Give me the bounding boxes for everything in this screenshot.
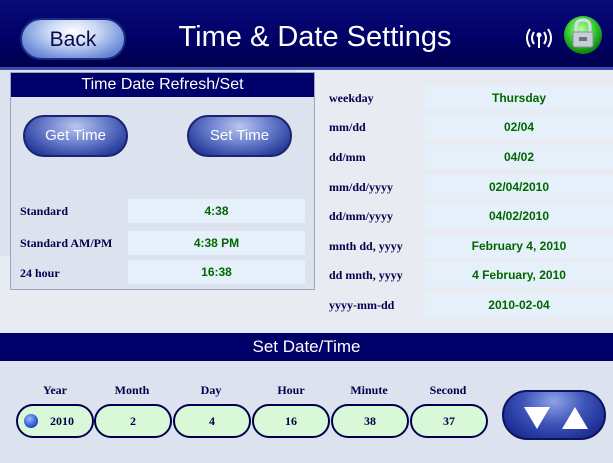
time-row-label-standard: Standard <box>20 204 69 218</box>
field-label-minute: Minute <box>350 383 388 397</box>
date-row-label: mm/dd/yyyy <box>329 180 394 194</box>
date-row-label: mnth dd, yyyy <box>329 239 403 253</box>
hour-field[interactable]: 16 <box>252 404 330 438</box>
time-row-value-24hour: 16:38 <box>128 260 305 284</box>
screen: Back Time & Date Settings Time Date Refr… <box>0 0 613 463</box>
minute-field[interactable]: 38 <box>331 404 409 438</box>
year-value: 2010 <box>50 414 74 428</box>
wifi-icon <box>526 28 552 48</box>
date-row-value: Thursday <box>425 86 613 110</box>
time-panel: Time Date Refresh/Set <box>10 72 315 290</box>
time-row-value-standard: 4:38 <box>128 199 305 223</box>
lock-icon[interactable] <box>563 14 603 56</box>
selected-indicator-icon <box>24 414 38 428</box>
date-row-value: February 4, 2010 <box>425 234 613 258</box>
date-row-value: 04/02/2010 <box>425 204 613 228</box>
up-arrow-icon <box>562 407 588 429</box>
date-row-label: mm/dd <box>329 120 366 134</box>
time-row-label-standard-ampm: Standard AM/PM <box>20 236 113 250</box>
field-label-day: Day <box>200 383 222 397</box>
date-row-value: 4 February, 2010 <box>425 263 613 287</box>
date-row-value: 04/02 <box>425 145 613 169</box>
second-field[interactable]: 37 <box>410 404 488 438</box>
time-row-value-standard-ampm: 4:38 PM <box>128 231 305 255</box>
down-arrow-icon <box>524 407 550 429</box>
page-title: Time & Date Settings <box>178 21 452 53</box>
field-label-month: Month <box>114 383 150 397</box>
set-date-time-title: Set Date/Time <box>0 333 613 361</box>
month-field[interactable]: 2 <box>94 404 172 438</box>
day-field[interactable]: 4 <box>173 404 251 438</box>
field-label-hour: Hour <box>277 383 305 397</box>
increment-decrement-button[interactable] <box>502 390 606 440</box>
back-button[interactable]: Back <box>20 18 126 60</box>
date-row-label: dd mnth, yyyy <box>329 268 403 282</box>
get-time-button[interactable]: Get Time <box>23 115 128 157</box>
date-row-value: 02/04 <box>425 115 613 139</box>
date-row-value: 02/04/2010 <box>425 175 613 199</box>
date-row-value: 2010-02-04 <box>425 293 613 317</box>
time-panel-title: Time Date Refresh/Set <box>11 73 314 97</box>
year-field[interactable]: 2010 <box>16 404 94 438</box>
date-row-label: dd/mm/yyyy <box>329 209 394 223</box>
time-row-label-24hour: 24 hour <box>20 266 60 280</box>
date-row-label: weekday <box>329 91 374 105</box>
set-time-button[interactable]: Set Time <box>187 115 292 157</box>
header-bar: Back Time & Date Settings <box>0 0 613 70</box>
field-label-second: Second <box>429 383 467 397</box>
date-row-label: dd/mm <box>329 150 366 164</box>
field-label-year: Year <box>43 383 67 397</box>
date-row-label: yyyy-mm-dd <box>329 298 395 312</box>
